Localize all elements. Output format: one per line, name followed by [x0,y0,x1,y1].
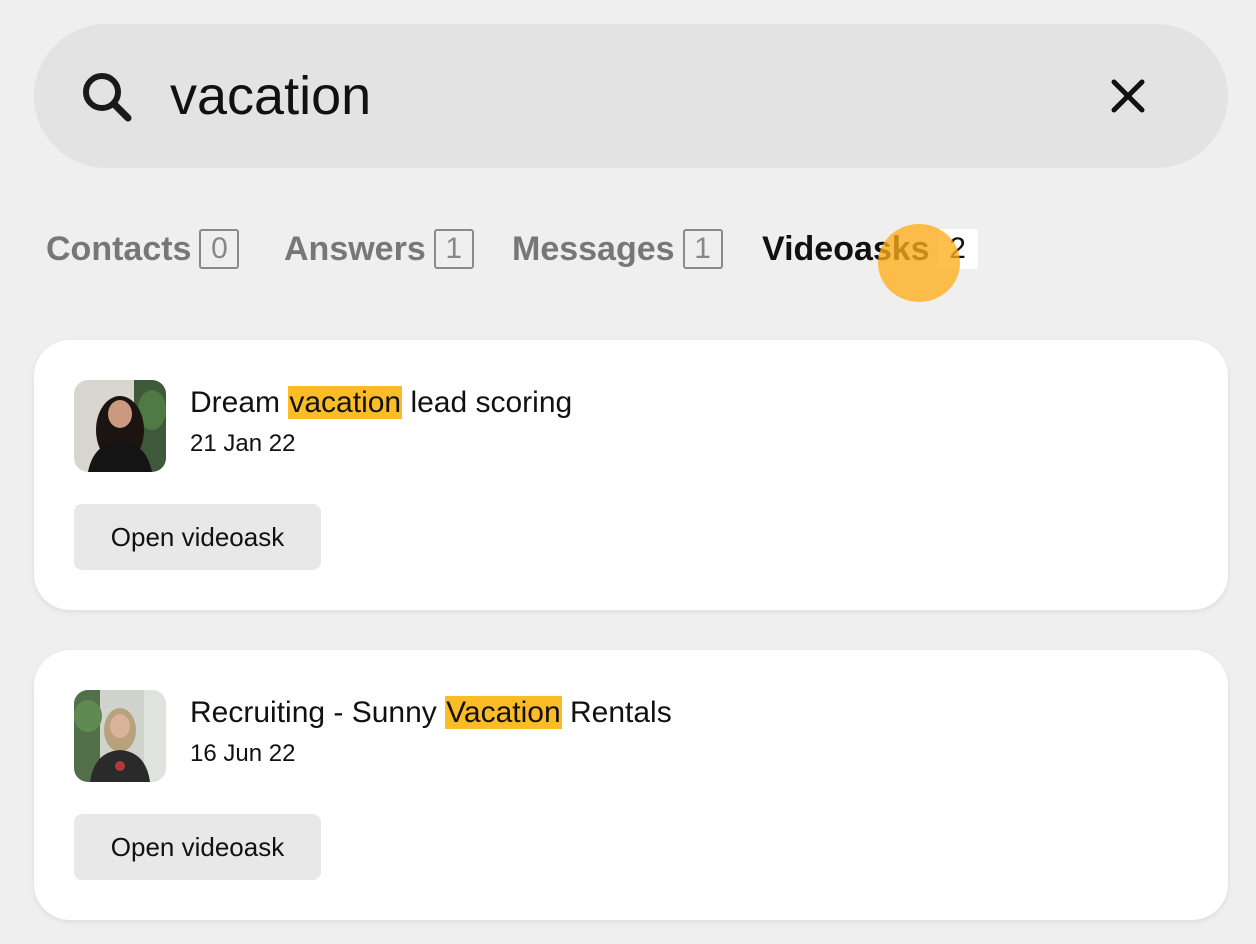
search-highlight: Vacation [445,696,562,729]
search-icon [83,73,132,122]
open-videoask-button[interactable]: Open videoask [74,504,321,570]
tab-count: 1 [682,229,723,269]
result-date: 16 Jun 22 [190,740,296,767]
search-highlight: vacation [288,386,403,419]
result-card: Recruiting - Sunny Vacation Rentals 16 J… [34,650,1228,920]
tab-label: Videoasks [762,229,930,268]
tab-count: 0 [199,229,240,269]
search-page: Contacts 0 Answers 1 Messages 1 Videoask… [0,0,1256,944]
tab-messages[interactable]: Messages 1 [512,224,723,274]
result-card: Dream vacation lead scoring 21 Jan 22 Op… [34,340,1228,610]
title-text: Dream [190,386,289,419]
tab-videoasks[interactable]: Videoasks 2 [762,224,978,274]
search-bar [34,24,1228,168]
video-thumbnail[interactable] [74,380,166,472]
result-title: Dream vacation lead scoring [190,386,572,420]
person-thumbnail-icon [74,380,166,472]
tab-count: 1 [433,229,474,269]
tab-label: Messages [512,229,675,268]
tab-label: Contacts [46,229,192,268]
video-thumbnail[interactable] [74,690,166,782]
title-text: lead scoring [402,386,573,419]
clear-search-button[interactable] [1100,68,1156,124]
result-title: Recruiting - Sunny Vacation Rentals [190,696,672,730]
tab-count: 2 [937,229,978,269]
tab-contacts[interactable]: Contacts 0 [46,224,240,274]
tab-label: Answers [284,229,426,268]
tab-answers[interactable]: Answers 1 [284,224,474,274]
close-icon [1111,79,1145,113]
title-text: Rentals [561,696,672,729]
title-text: Recruiting - Sunny [190,696,446,729]
person-thumbnail-icon [74,690,166,782]
open-videoask-button[interactable]: Open videoask [74,814,321,880]
search-input[interactable] [170,58,1050,134]
result-date: 21 Jan 22 [190,430,296,457]
